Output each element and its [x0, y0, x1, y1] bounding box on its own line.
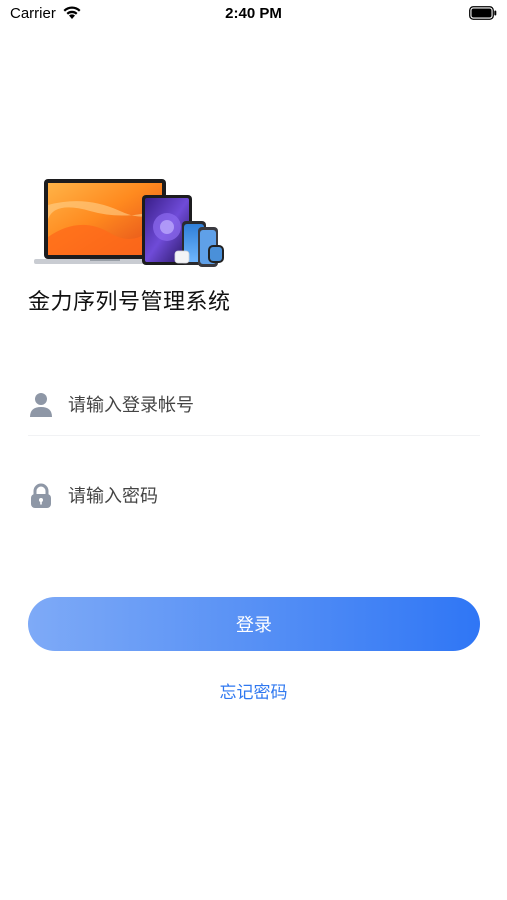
- account-input[interactable]: [68, 389, 468, 421]
- app-title: 金力序列号管理系统: [28, 290, 231, 315]
- status-bar: Carrier 2:40 PM: [0, 0, 507, 30]
- password-input[interactable]: [68, 480, 468, 512]
- password-field: [28, 467, 480, 527]
- battery-icon: [469, 6, 497, 20]
- login-button[interactable]: 登录: [28, 597, 480, 651]
- clock: 2:40 PM: [225, 5, 282, 22]
- account-field: [28, 376, 480, 436]
- lock-icon: [31, 483, 51, 508]
- user-icon: [30, 393, 52, 417]
- apple-devices-illustration: [34, 179, 224, 267]
- forgot-password-link[interactable]: 忘记密码: [0, 678, 507, 703]
